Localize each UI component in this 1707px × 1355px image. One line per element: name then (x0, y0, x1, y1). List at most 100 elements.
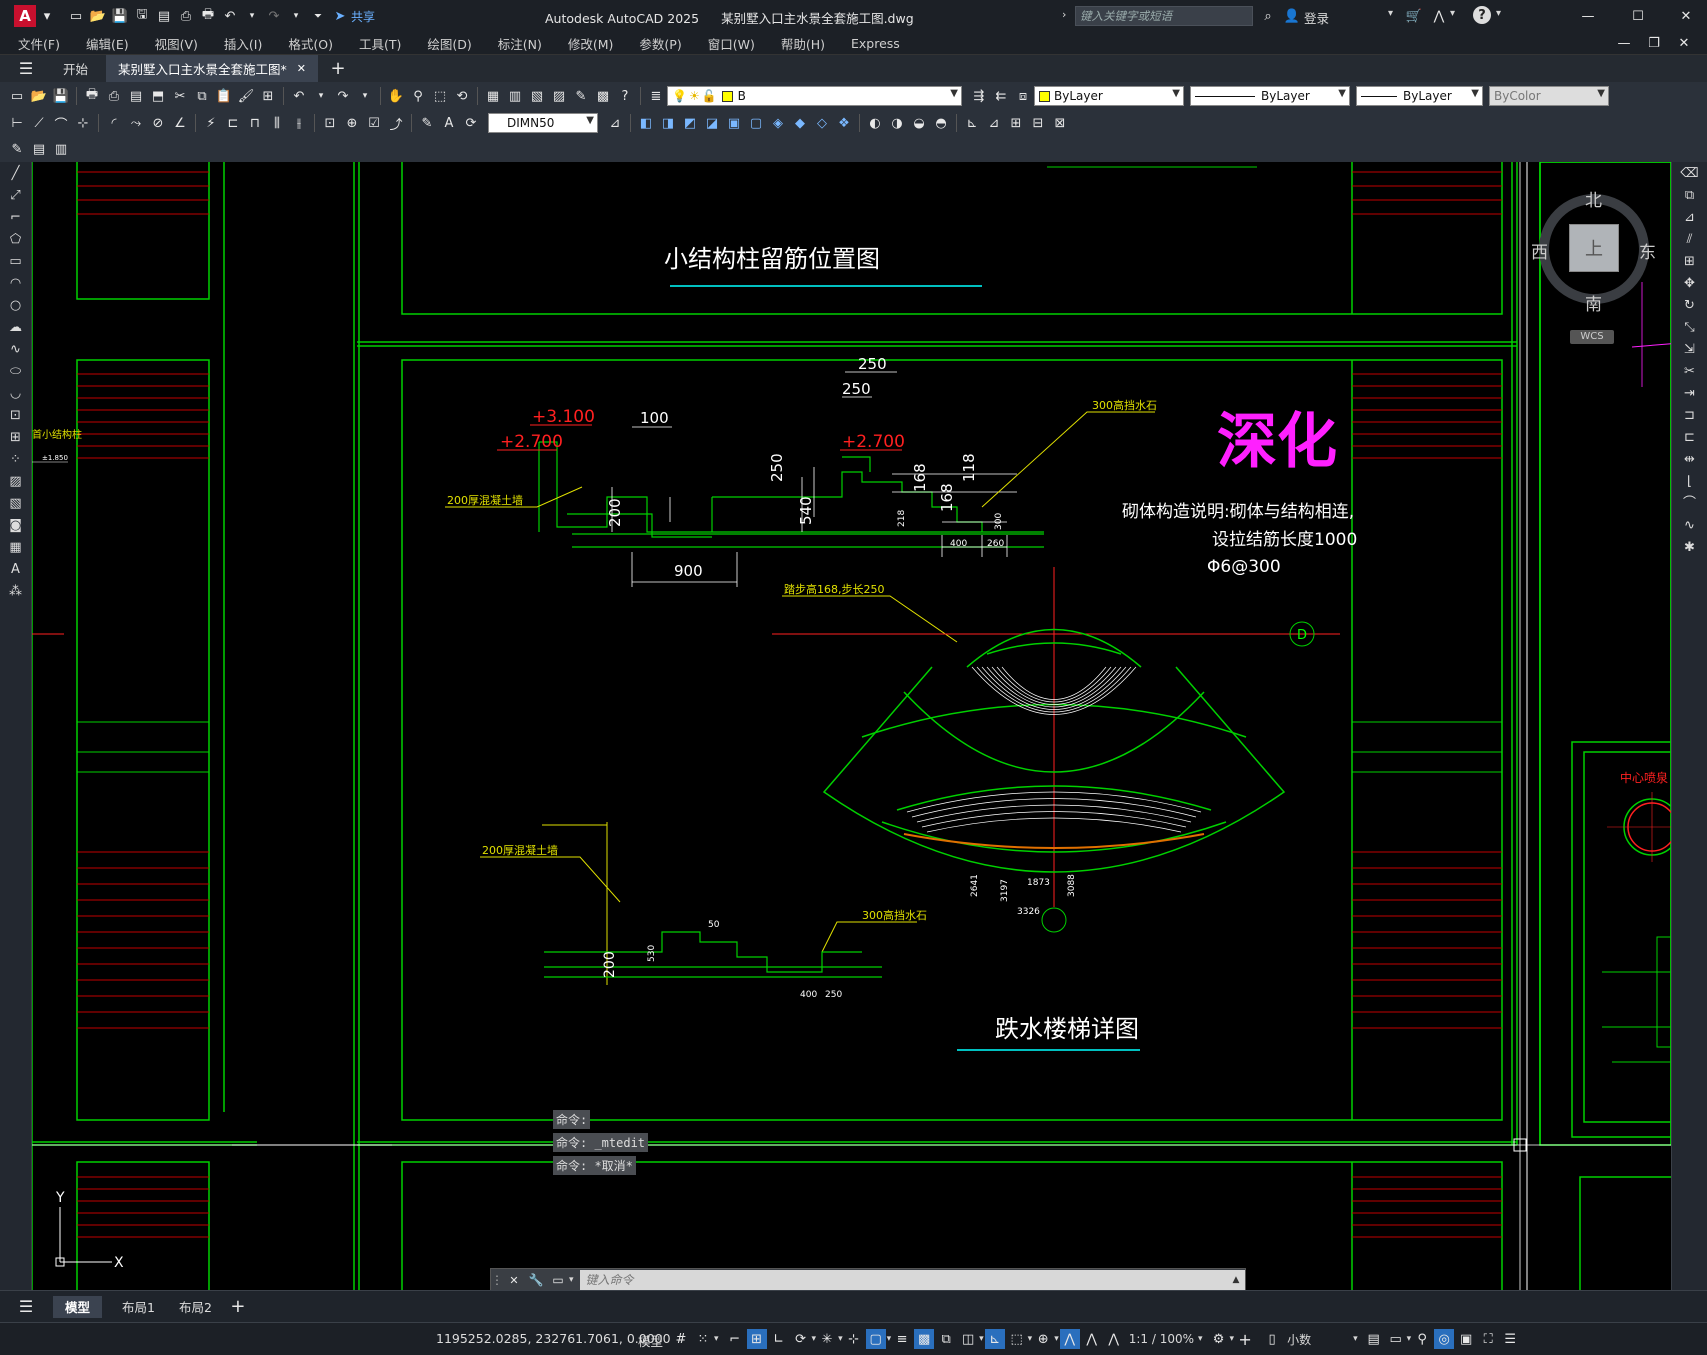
view-back-icon[interactable]: ▢ (746, 113, 766, 133)
properties-icon[interactable]: ▦ (483, 86, 503, 106)
revision-cloud-icon[interactable]: ☁ (5, 318, 27, 338)
viewcube-face-top[interactable]: 上 (1569, 224, 1619, 272)
array-icon[interactable]: ⊞ (1679, 252, 1701, 272)
menu-window[interactable]: 窗口(W) (690, 34, 763, 53)
menu-insert[interactable]: 插入(I) (206, 34, 270, 53)
cmd-recent-dropdown-icon[interactable]: ▾ (569, 1275, 574, 1285)
tab-start[interactable]: 开始 (51, 55, 100, 83)
ucs-object-icon[interactable]: ⊠ (1050, 113, 1070, 133)
cart-icon[interactable]: 🛒 (1404, 6, 1424, 26)
explode-icon[interactable]: ✱ (1679, 538, 1701, 558)
transparency-icon[interactable]: ▩ (914, 1329, 935, 1349)
cut-icon[interactable]: ✂ (170, 86, 190, 106)
dim-style-manager-icon[interactable]: ⊿ (605, 113, 625, 133)
lineweight-toggle-icon[interactable]: ≡ (892, 1329, 912, 1349)
tolerance-icon[interactable]: ⊡ (320, 113, 340, 133)
layout-menu-icon[interactable]: ☰ (16, 1297, 36, 1317)
menu-dimension[interactable]: 标注(N) (480, 34, 550, 53)
rotate-icon[interactable]: ↻ (1679, 296, 1701, 316)
copy-object-icon[interactable]: ⧉ (1679, 186, 1701, 206)
view-left-icon[interactable]: ◩ (680, 113, 700, 133)
copy-icon[interactable]: ⧉ (192, 86, 212, 106)
cmd-history-toggle-icon[interactable]: ▲ (1227, 1270, 1245, 1290)
clean-screen-icon[interactable]: ▣ (1456, 1329, 1476, 1349)
layer-dropdown[interactable]: 💡 ☀ 🔓 B ▼ (667, 86, 962, 106)
close-window-icon[interactable]: ✕ (1676, 6, 1696, 26)
paste-icon[interactable]: 📋 (214, 86, 234, 106)
lock-ui-icon[interactable]: ▭ (1386, 1329, 1406, 1349)
minimize-window-icon[interactable]: — (1578, 6, 1598, 26)
arc-icon[interactable]: ◠ (5, 274, 27, 294)
polar-dropdown-icon[interactable]: ▾ (812, 1334, 817, 1344)
menu-edit[interactable]: 编辑(E) (68, 34, 137, 53)
design-center-icon[interactable]: ▥ (505, 86, 525, 106)
units-value[interactable]: 小数 (1287, 1331, 1345, 1348)
visual-realistic-icon[interactable]: ◒ (909, 113, 929, 133)
wcs-menu[interactable]: WCS (1570, 330, 1614, 344)
spline-icon[interactable]: ∿ (5, 340, 27, 360)
menu-format[interactable]: 格式(O) (270, 34, 341, 53)
dim-update-icon[interactable]: ⟳ (461, 113, 481, 133)
cmd-grip-icon[interactable]: ⋮ (491, 1273, 503, 1287)
lineweight-dropdown[interactable]: ByLayer ▼ (1356, 86, 1483, 106)
plot-icon-tb[interactable]: 🖶 (82, 86, 102, 106)
logo-dropdown-icon[interactable]: ▾ (37, 6, 57, 26)
3d-osnap-dropdown-icon[interactable]: ▾ (979, 1334, 984, 1344)
isolate-objects-icon[interactable]: ⚲ (1412, 1329, 1432, 1349)
erase-icon[interactable]: ⌫ (1679, 164, 1701, 184)
break-icon[interactable]: ⊏ (1679, 428, 1701, 448)
dim-angular-icon[interactable]: ∠ (170, 113, 190, 133)
fullscreen-icon[interactable]: ⛶ (1478, 1329, 1498, 1349)
save-as-icon[interactable]: 🖫 (132, 6, 152, 26)
cmd-recent-icon[interactable]: ▭ (548, 1270, 568, 1290)
tab-layout2[interactable]: 布局2 (167, 1296, 224, 1318)
isodraft-icon[interactable]: ✳ (817, 1329, 837, 1349)
plotstyle-dropdown[interactable]: ByColor ▼ (1489, 86, 1609, 106)
3d-osnap-icon[interactable]: ◫ (958, 1329, 978, 1349)
annotation-visibility-icon[interactable]: ⋀ (1059, 1329, 1080, 1349)
object-snap-tracking-icon[interactable]: ⊹ (844, 1329, 864, 1349)
selection-cycling-icon[interactable]: ⧉ (936, 1329, 956, 1349)
dynamic-ucs-icon[interactable]: ⊾ (984, 1329, 1005, 1349)
view-top-icon[interactable]: ◧ (636, 113, 656, 133)
tab-close-icon[interactable]: ✕ (297, 62, 306, 75)
dim-arc-icon[interactable]: ⌒ (51, 113, 71, 133)
save-icon-tb[interactable]: 💾 (51, 86, 71, 106)
dim-ordinate-icon[interactable]: ⊹ (73, 113, 93, 133)
viewcube[interactable]: 上 北 南 西 东 WCS (1529, 184, 1659, 344)
view-sw-iso-icon[interactable]: ◈ (768, 113, 788, 133)
region-icon[interactable]: ◙ (5, 516, 27, 536)
color-dropdown[interactable]: ByLayer ▼ (1034, 86, 1184, 106)
undo-list-icon[interactable]: ▾ (311, 86, 331, 106)
view-nw-iso-icon[interactable]: ❖ (834, 113, 854, 133)
snap-dropdown-icon[interactable]: ▾ (714, 1334, 719, 1344)
publish-icon[interactable]: ⎙ (176, 6, 196, 26)
construction-line-icon[interactable]: ⤢ (5, 186, 27, 206)
doc-restore-icon[interactable]: ❐ (1644, 33, 1664, 53)
attribute-manager-icon[interactable]: ▥ (51, 139, 71, 159)
maximize-window-icon[interactable]: ☐ (1628, 6, 1648, 26)
autodesk-app-icon[interactable]: ⋀ (1429, 6, 1449, 26)
units-dropdown-icon[interactable]: ▾ (1353, 1334, 1358, 1344)
view-ne-iso-icon[interactable]: ◇ (812, 113, 832, 133)
scale-icon[interactable]: ⤡ (1679, 318, 1701, 338)
gradient-icon[interactable]: ▧ (5, 494, 27, 514)
annotation-monitor-icon[interactable]: + (1235, 1329, 1255, 1349)
open-icon[interactable]: 📂 (29, 86, 49, 106)
make-current-icon[interactable]: ⇶ (969, 86, 989, 106)
annotation-scale-value[interactable]: 1:1 / 100% (1129, 1332, 1194, 1346)
grid-icon[interactable]: # (671, 1329, 691, 1349)
insert-block-icon[interactable]: ⊡ (5, 406, 27, 426)
dim-jogged-icon[interactable]: ⤳ (126, 113, 146, 133)
point-icon[interactable]: ⁘ (5, 450, 27, 470)
quickcalc-icon[interactable]: ▩ (593, 86, 613, 106)
ellipse-icon[interactable]: ⬭ (5, 362, 27, 382)
help-icon[interactable]: ? (1473, 6, 1491, 24)
table-icon[interactable]: ▦ (5, 538, 27, 558)
ucs-icon[interactable]: ⊾ (962, 113, 982, 133)
menu-help[interactable]: 帮助(H) (763, 34, 833, 53)
viewcube-south[interactable]: 南 (1585, 290, 1602, 315)
join-icon[interactable]: ⇹ (1679, 450, 1701, 470)
dynamic-input-icon[interactable]: ⊞ (746, 1329, 767, 1349)
doc-minimize-icon[interactable]: — (1614, 33, 1634, 53)
